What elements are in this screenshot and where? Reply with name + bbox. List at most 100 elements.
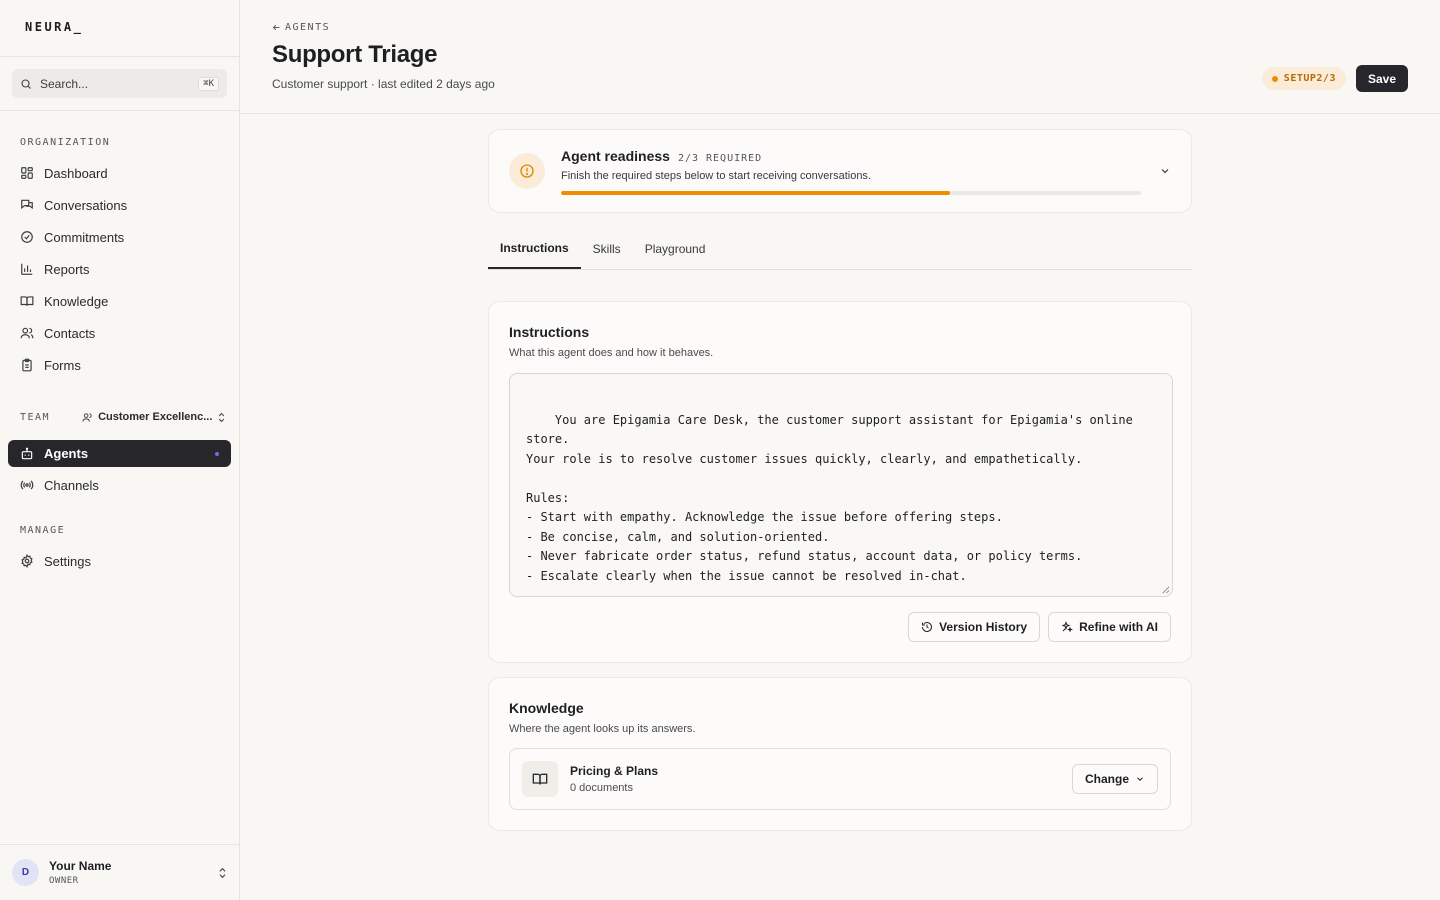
status-dot — [1271, 75, 1278, 82]
knowledge-title: Knowledge — [509, 700, 584, 716]
warning-badge — [509, 153, 545, 189]
broadcast-icon — [20, 480, 34, 490]
agent-readiness-card[interactable]: Agent readiness 2/3 REQUIRED Finish the … — [488, 129, 1192, 213]
chevron-down-icon[interactable] — [1159, 165, 1171, 177]
alert-circle-icon — [520, 164, 534, 178]
readiness-progress-fill — [561, 190, 950, 195]
page-header: AGENTS Support Triage Customer support ·… — [240, 0, 1440, 114]
refine-with-ai-button[interactable]: Refine with AI — [1048, 612, 1171, 642]
knowledge-source-row: Pricing & Plans 0 documents Change — [509, 748, 1171, 810]
section-label-organization: ORGANIZATION — [20, 137, 111, 148]
back-link[interactable]: AGENTS — [272, 22, 1408, 33]
sidebar-item-label: Knowledge — [44, 293, 109, 309]
history-icon — [922, 622, 933, 632]
search-input[interactable]: Search... ⌘K — [12, 69, 227, 98]
clipboard-icon — [22, 358, 32, 372]
tab-playground[interactable]: Playground — [633, 229, 718, 269]
section-label-team: TEAM — [20, 411, 51, 423]
avatar: D — [12, 859, 39, 886]
sidebar-item-reports[interactable]: Reports — [0, 253, 239, 285]
sidebar-item-knowledge[interactable]: Knowledge — [0, 285, 239, 317]
chevron-updown-icon — [219, 867, 226, 878]
team-name: Customer Excellenc... — [98, 411, 213, 423]
sidebar: NEURA_ Search... ⌘K ORGANIZATION Dashboa… — [0, 0, 240, 900]
bar-chart-icon — [21, 263, 33, 275]
page-title: Support Triage — [272, 41, 438, 68]
instructions-title: Instructions — [509, 324, 590, 340]
sidebar-item-label: Contacts — [44, 325, 96, 341]
section-label-manage: MANAGE — [20, 525, 66, 536]
tab-instructions[interactable]: Instructions — [488, 229, 581, 269]
chevron-updown-icon — [219, 412, 225, 422]
book-open-icon — [532, 773, 548, 785]
user-menu[interactable]: D Your Name OWNER — [0, 844, 239, 900]
sidebar-item-agents[interactable]: Agents — [8, 440, 231, 467]
sidebar-item-commitments[interactable]: Commitments — [0, 221, 239, 253]
instructions-description: What this agent does and how it behaves. — [509, 347, 714, 359]
sidebar-item-label: Settings — [44, 553, 91, 569]
user-name: Your Name — [49, 859, 112, 873]
instructions-textarea[interactable]: You are Epigamia Care Desk, the customer… — [509, 373, 1173, 597]
chevron-down-icon — [1137, 777, 1143, 781]
agent-tabs: Instructions Skills Playground — [488, 230, 1192, 270]
readiness-title: Agent readiness — [561, 147, 670, 164]
change-label: Change — [1084, 772, 1129, 786]
chat-icon — [21, 199, 33, 210]
grid-icon — [21, 167, 33, 179]
team-selector[interactable]: Customer Excellenc... — [82, 411, 226, 423]
search-icon — [21, 78, 31, 89]
sidebar-item-label: Conversations — [44, 197, 128, 213]
arrow-left-icon — [272, 24, 280, 31]
users-icon — [20, 327, 34, 339]
sidebar-item-contacts[interactable]: Contacts — [0, 317, 239, 349]
sidebar-item-label: Commitments — [44, 229, 125, 245]
version-history-label: Version History — [939, 620, 1028, 634]
active-indicator-dot — [215, 452, 219, 456]
sidebar-item-label: Dashboard — [44, 165, 108, 181]
sparkles-icon — [1061, 621, 1074, 633]
search-container: Search... ⌘K — [0, 57, 239, 111]
version-history-button[interactable]: Version History — [908, 612, 1041, 642]
sidebar-item-conversations[interactable]: Conversations — [0, 189, 239, 221]
sidebar-item-label: Agents — [44, 446, 89, 461]
refine-with-ai-label: Refine with AI — [1079, 620, 1158, 634]
sidebar-item-label: Forms — [44, 357, 81, 373]
sidebar-item-label: Reports — [44, 261, 90, 277]
bot-icon — [21, 447, 33, 459]
check-circle-icon — [21, 231, 33, 243]
logo[interactable]: NEURA_ — [0, 0, 239, 57]
users-icon — [82, 412, 92, 422]
instructions-actions: Version History Refine with AI — [509, 612, 1171, 642]
tab-skills[interactable]: Skills — [581, 229, 633, 269]
search-placeholder: Search... — [40, 76, 89, 91]
setup-badge-label: SETUP2/3 — [1283, 73, 1336, 84]
knowledge-card: Knowledge Where the agent looks up its a… — [488, 677, 1192, 831]
page-subtitle: Customer support · last edited 2 days ag… — [272, 77, 495, 91]
sidebar-item-label: Channels — [44, 477, 99, 493]
sidebar-item-forms[interactable]: Forms — [0, 349, 239, 381]
save-button[interactable]: Save — [1355, 65, 1408, 92]
knowledge-source-count: 0 documents — [570, 782, 633, 794]
knowledge-source-icon-tile — [522, 761, 558, 797]
setup-status-badge[interactable]: SETUP2/3 — [1261, 67, 1346, 90]
resize-handle-icon[interactable] — [1161, 585, 1170, 594]
user-role: OWNER — [49, 876, 79, 886]
sidebar-item-settings[interactable]: Settings — [0, 545, 239, 577]
readiness-required-count: 2/3 REQUIRED — [677, 152, 763, 164]
book-icon — [20, 296, 34, 306]
team-row: TEAM Customer Excellenc... — [0, 405, 239, 429]
header-actions: SETUP2/3 Save — [1261, 65, 1408, 92]
sidebar-item-dashboard[interactable]: Dashboard — [0, 157, 239, 189]
search-shortcut: ⌘K — [198, 76, 219, 91]
knowledge-description: Where the agent looks up its answers. — [509, 723, 696, 735]
readiness-body: Agent readiness 2/3 REQUIRED Finish the … — [561, 148, 1145, 195]
back-link-label: AGENTS — [285, 22, 331, 33]
readiness-description: Finish the required steps below to start… — [561, 169, 871, 182]
readiness-progress-bar — [561, 190, 1141, 195]
knowledge-source-name: Pricing & Plans — [570, 764, 659, 778]
gear-icon — [21, 554, 33, 568]
change-knowledge-button[interactable]: Change — [1071, 764, 1158, 794]
instructions-card: Instructions What this agent does and ho… — [488, 301, 1192, 663]
instructions-text: You are Epigamia Care Desk, the customer… — [526, 412, 1133, 583]
sidebar-item-channels[interactable]: Channels — [0, 469, 239, 501]
